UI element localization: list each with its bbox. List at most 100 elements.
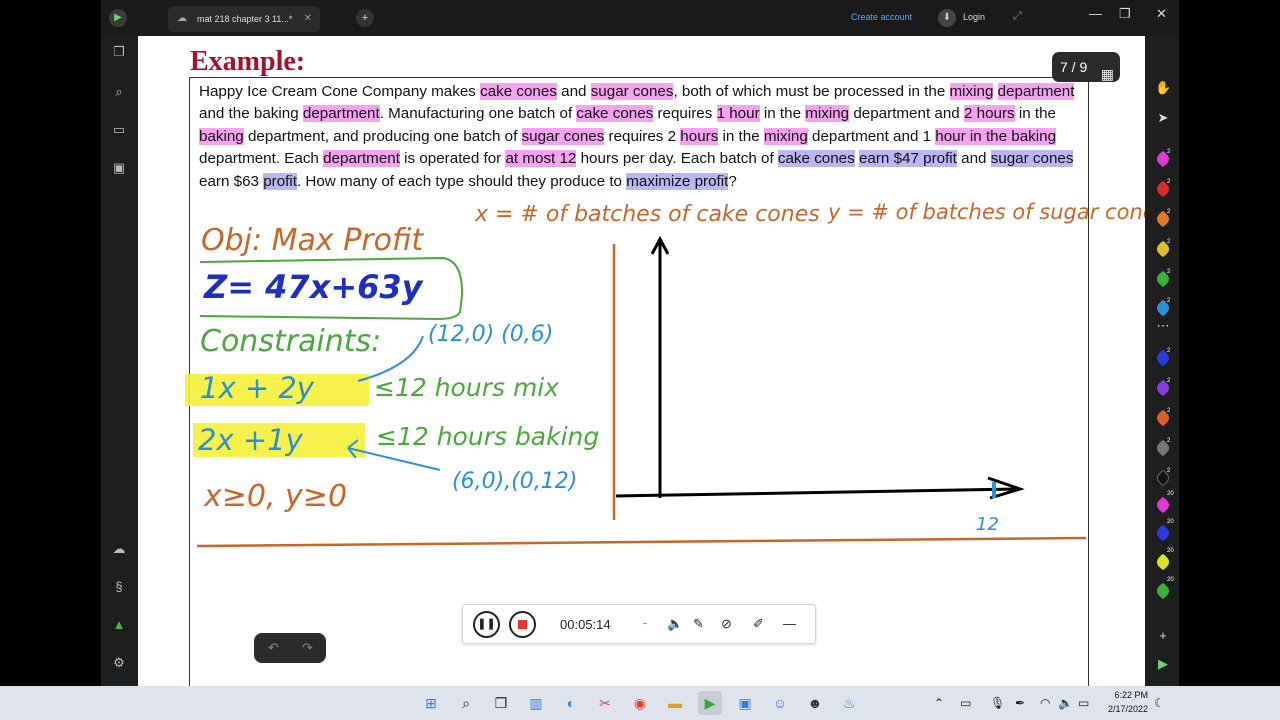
undo-redo-pill: ↶ ↷ [254, 633, 326, 663]
user-icon[interactable]: ⬇ [938, 9, 956, 27]
document-tab[interactable]: ☁ mat 218 chapter 3 11...* ✕ [168, 6, 320, 32]
minimize-toolbar-icon[interactable]: — [783, 616, 796, 631]
windows-taskbar: ⊞ ⌕ ❐ ▥ ◐ ✂ ◉ ▬ ▶ ▣ ☺ ☻ ♨ ⌃ ▭ 🎙 ✒ ◠ 🔈 ▭ … [0, 686, 1280, 720]
constraint-1-lhs: 1x + 2y [200, 371, 315, 405]
title-bar: ▶ ☁ mat 218 chapter 3 11...* ✕ + Create … [101, 0, 1179, 36]
highlighter-green-icon[interactable] [1154, 582, 1172, 600]
mic-muted-icon[interactable]: ✎ [693, 616, 704, 632]
graduation-cap-icon[interactable]: ▲ [111, 617, 127, 632]
taskbar-date[interactable]: 2/17/2022 [1102, 704, 1148, 714]
redo-icon[interactable]: ↷ [302, 640, 313, 656]
more-icon[interactable]: ⋯ [1155, 318, 1171, 334]
pen-size-badge: 20 [1167, 548, 1174, 554]
close-icon[interactable]: ✕ [304, 6, 312, 32]
pen-size-badge: 20 [1167, 577, 1174, 583]
settings-gear-icon[interactable]: ⚙ [111, 655, 127, 671]
file-explorer-icon[interactable]: ▬ [663, 691, 687, 715]
pen-size-badge: 2 [1167, 269, 1171, 275]
camera-muted-icon[interactable]: ⊘ [721, 616, 732, 632]
notification-icon[interactable]: ☾ [1154, 696, 1165, 710]
app-window: ▶ ☁ mat 218 chapter 3 11...* ✕ + Create … [101, 0, 1179, 686]
create-account-link[interactable]: Create account [851, 12, 912, 22]
wifi-icon[interactable]: ◠ [1040, 696, 1050, 710]
level-meter-icon: ╴ [643, 616, 651, 631]
screen: ▶ ☁ mat 218 chapter 3 11...* ✕ + Create … [0, 0, 1280, 720]
cloud-sync-icon[interactable]: ☁ [111, 541, 127, 557]
objective-label: Obj: Max Profit [201, 223, 424, 258]
nonnegativity-constraint: x≥0, y≥0 [203, 479, 347, 514]
annotate-icon[interactable]: ✐ [753, 616, 764, 632]
app-menu-icon[interactable]: ▶ [1155, 656, 1171, 672]
pen-size-badge: 2 [1167, 408, 1171, 414]
snipping-tool-icon[interactable]: ✂ [593, 691, 617, 715]
edge-icon[interactable]: ◐ [559, 691, 583, 715]
pen-size-badge: 2 [1167, 149, 1171, 155]
pointer-icon[interactable]: ➤ [1155, 110, 1171, 126]
left-sidebar: ❐ ⌕ ▭ ▣ ☁ § ▲ ⚙ [101, 36, 137, 686]
constraint-1-rhs: ≤12 hours mix [374, 373, 559, 402]
swirl-icon[interactable]: § [111, 579, 127, 594]
keyboard-tray-icon[interactable]: ▭ [960, 696, 971, 710]
right-toolbar: ✋ ➤ 2 2 2 2 2 2 ⋯ 2 2 2 2 2 20 20 20 20 … [1145, 36, 1179, 686]
stop-button[interactable] [509, 611, 536, 638]
keyboard-icon[interactable]: ▭ [111, 122, 127, 138]
intercepts-2: (6,0),(0,12) [452, 469, 577, 494]
objective-function: Z= 47x+63y [203, 268, 424, 306]
pen-size-badge: 2 [1167, 348, 1171, 354]
binoculars-icon[interactable]: ⌕ [111, 84, 127, 100]
document-tab-title: mat 218 chapter 3 11...* [197, 14, 293, 24]
pause-button[interactable]: ❚❚ [473, 611, 500, 638]
new-tab-button[interactable]: + [356, 9, 374, 27]
pen-size-badge: 2 [1167, 438, 1171, 444]
battery-icon[interactable]: ▭ [1078, 696, 1089, 710]
widgets-icon[interactable]: ▥ [524, 691, 548, 715]
cloud-app-icon[interactable]: ♨ [837, 691, 861, 715]
highlighter-magenta-icon[interactable] [1154, 496, 1172, 514]
pen-size-badge: 2 [1167, 378, 1171, 384]
pen-size-badge: 20 [1167, 519, 1174, 525]
app-logo-icon[interactable]: ▶ [109, 9, 127, 27]
chrome-icon[interactable]: ◉ [628, 691, 652, 715]
constraint-2-lhs: 2x +1y [198, 423, 304, 457]
pen-size-badge: 2 [1167, 179, 1171, 185]
whiteboard-app-icon[interactable]: ▶ [698, 691, 722, 715]
cloud-icon: ☁ [177, 13, 187, 24]
photos-icon[interactable]: ▣ [733, 691, 757, 715]
highlighter-yellow-icon[interactable] [1154, 553, 1172, 571]
chevron-up-icon[interactable]: ⌃ [934, 696, 944, 710]
handwriting-layer: x = # of batches of cake cones y = # of … [185, 200, 1145, 548]
undo-icon[interactable]: ↶ [268, 640, 279, 656]
pen-tray-icon[interactable]: ✒ [1015, 696, 1025, 710]
volume-icon[interactable]: 🔈 [1058, 696, 1073, 710]
recording-time: 00:05:14 [560, 617, 611, 632]
pen-size-badge: 2 [1167, 239, 1171, 245]
x-definition: x = # of batches of cake cones [474, 202, 820, 227]
speaker-icon[interactable]: 🔈 [667, 616, 683, 632]
pages-icon[interactable]: ❐ [111, 44, 127, 60]
person-app-icon[interactable]: ☻ [803, 691, 827, 715]
pen-size-badge: 20 [1167, 491, 1174, 497]
highlighter-blue-icon[interactable] [1154, 524, 1172, 542]
start-button-icon[interactable]: ⊞ [419, 691, 443, 715]
close-window-icon[interactable]: ✕ [1156, 6, 1167, 22]
pen-size-badge: 2 [1167, 209, 1171, 215]
minimize-icon[interactable]: — [1089, 6, 1102, 21]
microphone-icon[interactable]: 🎙 [990, 696, 1005, 710]
search-icon[interactable]: ⌕ [454, 691, 478, 715]
task-view-icon[interactable]: ❐ [489, 691, 513, 715]
add-tool-icon[interactable]: + [1155, 628, 1171, 643]
recording-toolbar: ❚❚ 00:05:14 ╴ 🔈 ✎ ⊘ ✐ — [462, 604, 816, 644]
x-axis [615, 487, 1019, 498]
horizontal-divider-line [196, 536, 1087, 548]
taskbar-time[interactable]: 6:22 PM [1110, 690, 1148, 700]
login-link[interactable]: Login [963, 12, 985, 22]
whiteboard-page[interactable]: Example: 7 / 9 ▦ Happy Ice Cream Cone Co… [138, 36, 1145, 686]
hand-icon[interactable]: ✋ [1155, 80, 1171, 96]
restore-icon[interactable]: ❐ [1119, 6, 1131, 22]
save-icon[interactable]: ▣ [111, 160, 127, 176]
discord-icon[interactable]: ☺ [768, 691, 792, 715]
constraint-2-rhs: ≤12 hours baking [376, 422, 599, 451]
fullscreen-icon[interactable]: ⤢ [1013, 10, 1022, 23]
constraints-label: Constraints: [200, 324, 381, 359]
tick-label: 12 [976, 514, 999, 535]
